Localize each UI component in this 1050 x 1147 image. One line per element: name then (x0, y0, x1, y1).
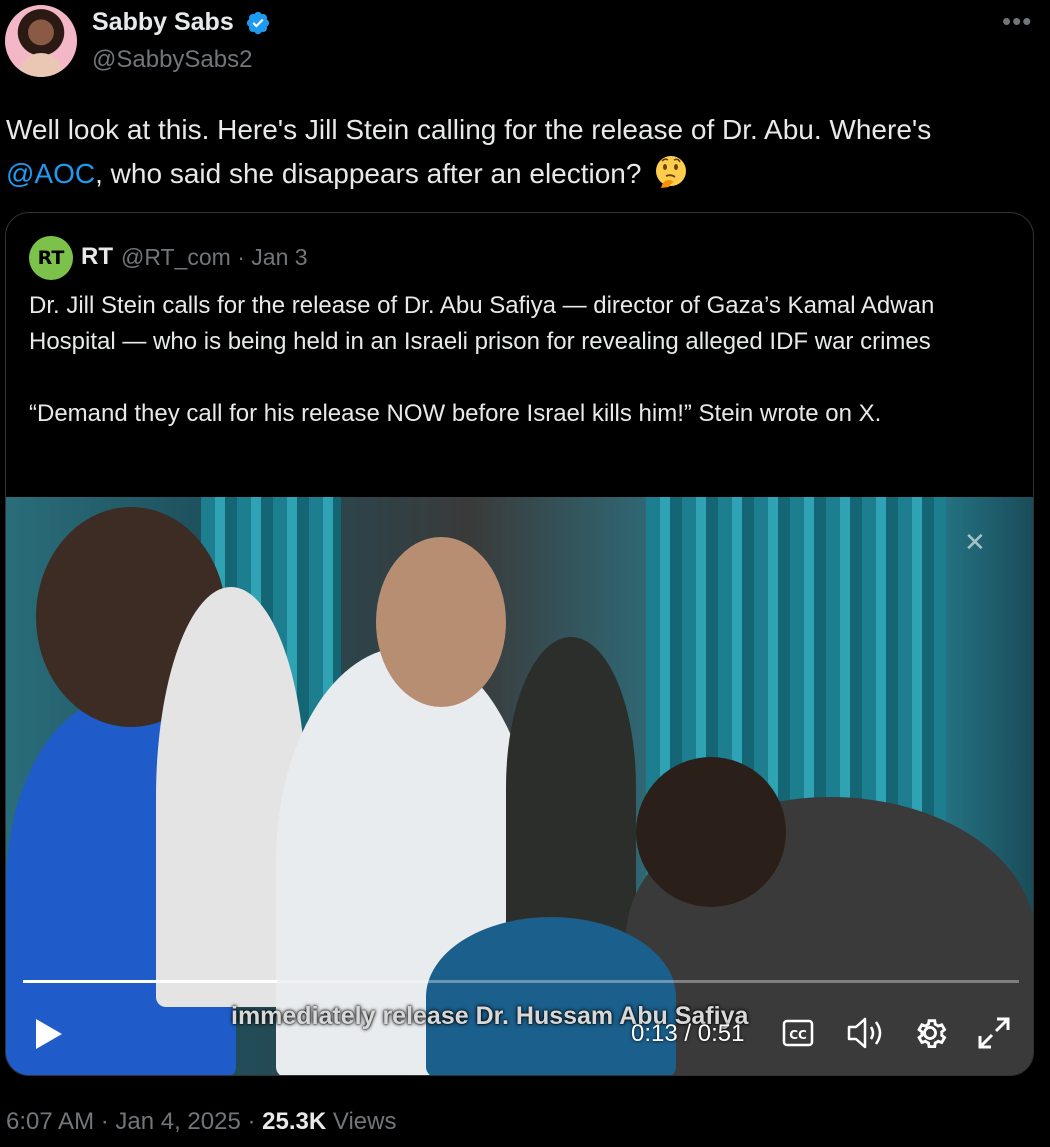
thinking-face-icon (656, 156, 687, 188)
quoted-tweet-text: Dr. Jill Stein calls for the release of … (29, 288, 1009, 468)
author-name[interactable]: Sabby Sabs (92, 8, 234, 37)
more-options-icon[interactable]: ••• (1002, 6, 1032, 37)
quoted-paragraph-1: Dr. Jill Stein calls for the release of … (29, 292, 935, 355)
doctor-head (376, 537, 506, 707)
verified-badge-icon (246, 11, 270, 35)
mention-link[interactable]: @AOC (6, 158, 95, 189)
cc-icon[interactable]: CC (782, 1018, 814, 1048)
author-handle[interactable]: @SabbySabs2 (92, 46, 252, 74)
quoted-author-meta[interactable]: @RT_com · Jan 3 (121, 244, 308, 271)
views-label: Views (326, 1108, 397, 1135)
tweet-timestamp[interactable]: 6:07 AM · Jan 4, 2025 · (6, 1108, 262, 1135)
author-avatar[interactable] (5, 5, 77, 77)
rt-logo[interactable]: RT (29, 236, 73, 280)
video-progress-fill (23, 980, 277, 983)
tweet-footer: 6:07 AM · Jan 4, 2025 · 25.3K Views (6, 1108, 396, 1136)
volume-icon[interactable] (846, 1016, 886, 1050)
video-player[interactable]: ✕ immediately release Dr. Hussam Abu Saf… (6, 497, 1033, 1075)
medic-head (636, 757, 786, 907)
tweet-text-after: , who said she disappears after an elect… (95, 158, 642, 189)
watermark-icon: ✕ (964, 527, 986, 557)
tweet-text-before: Well look at this. Here's Jill Stein cal… (6, 114, 932, 145)
video-progress-bar[interactable] (23, 980, 1019, 983)
settings-gear-icon[interactable] (911, 1014, 949, 1052)
play-icon[interactable] (32, 1017, 64, 1051)
quoted-tweet-card[interactable]: RT RT @RT_com · Jan 3 Dr. Jill Stein cal… (5, 212, 1034, 1076)
svg-text:CC: CC (789, 1028, 807, 1042)
person-dark-shirt (506, 637, 636, 937)
fullscreen-icon[interactable] (976, 1015, 1012, 1051)
tweet-text: Well look at this. Here's Jill Stein cal… (6, 108, 1036, 196)
video-time: 0:13 / 0:51 (631, 1020, 745, 1047)
quoted-paragraph-2: “Demand they call for his release NOW be… (29, 400, 882, 427)
views-count: 25.3K (262, 1108, 327, 1135)
patient (426, 917, 676, 1075)
quoted-author-name[interactable]: RT (81, 243, 113, 271)
